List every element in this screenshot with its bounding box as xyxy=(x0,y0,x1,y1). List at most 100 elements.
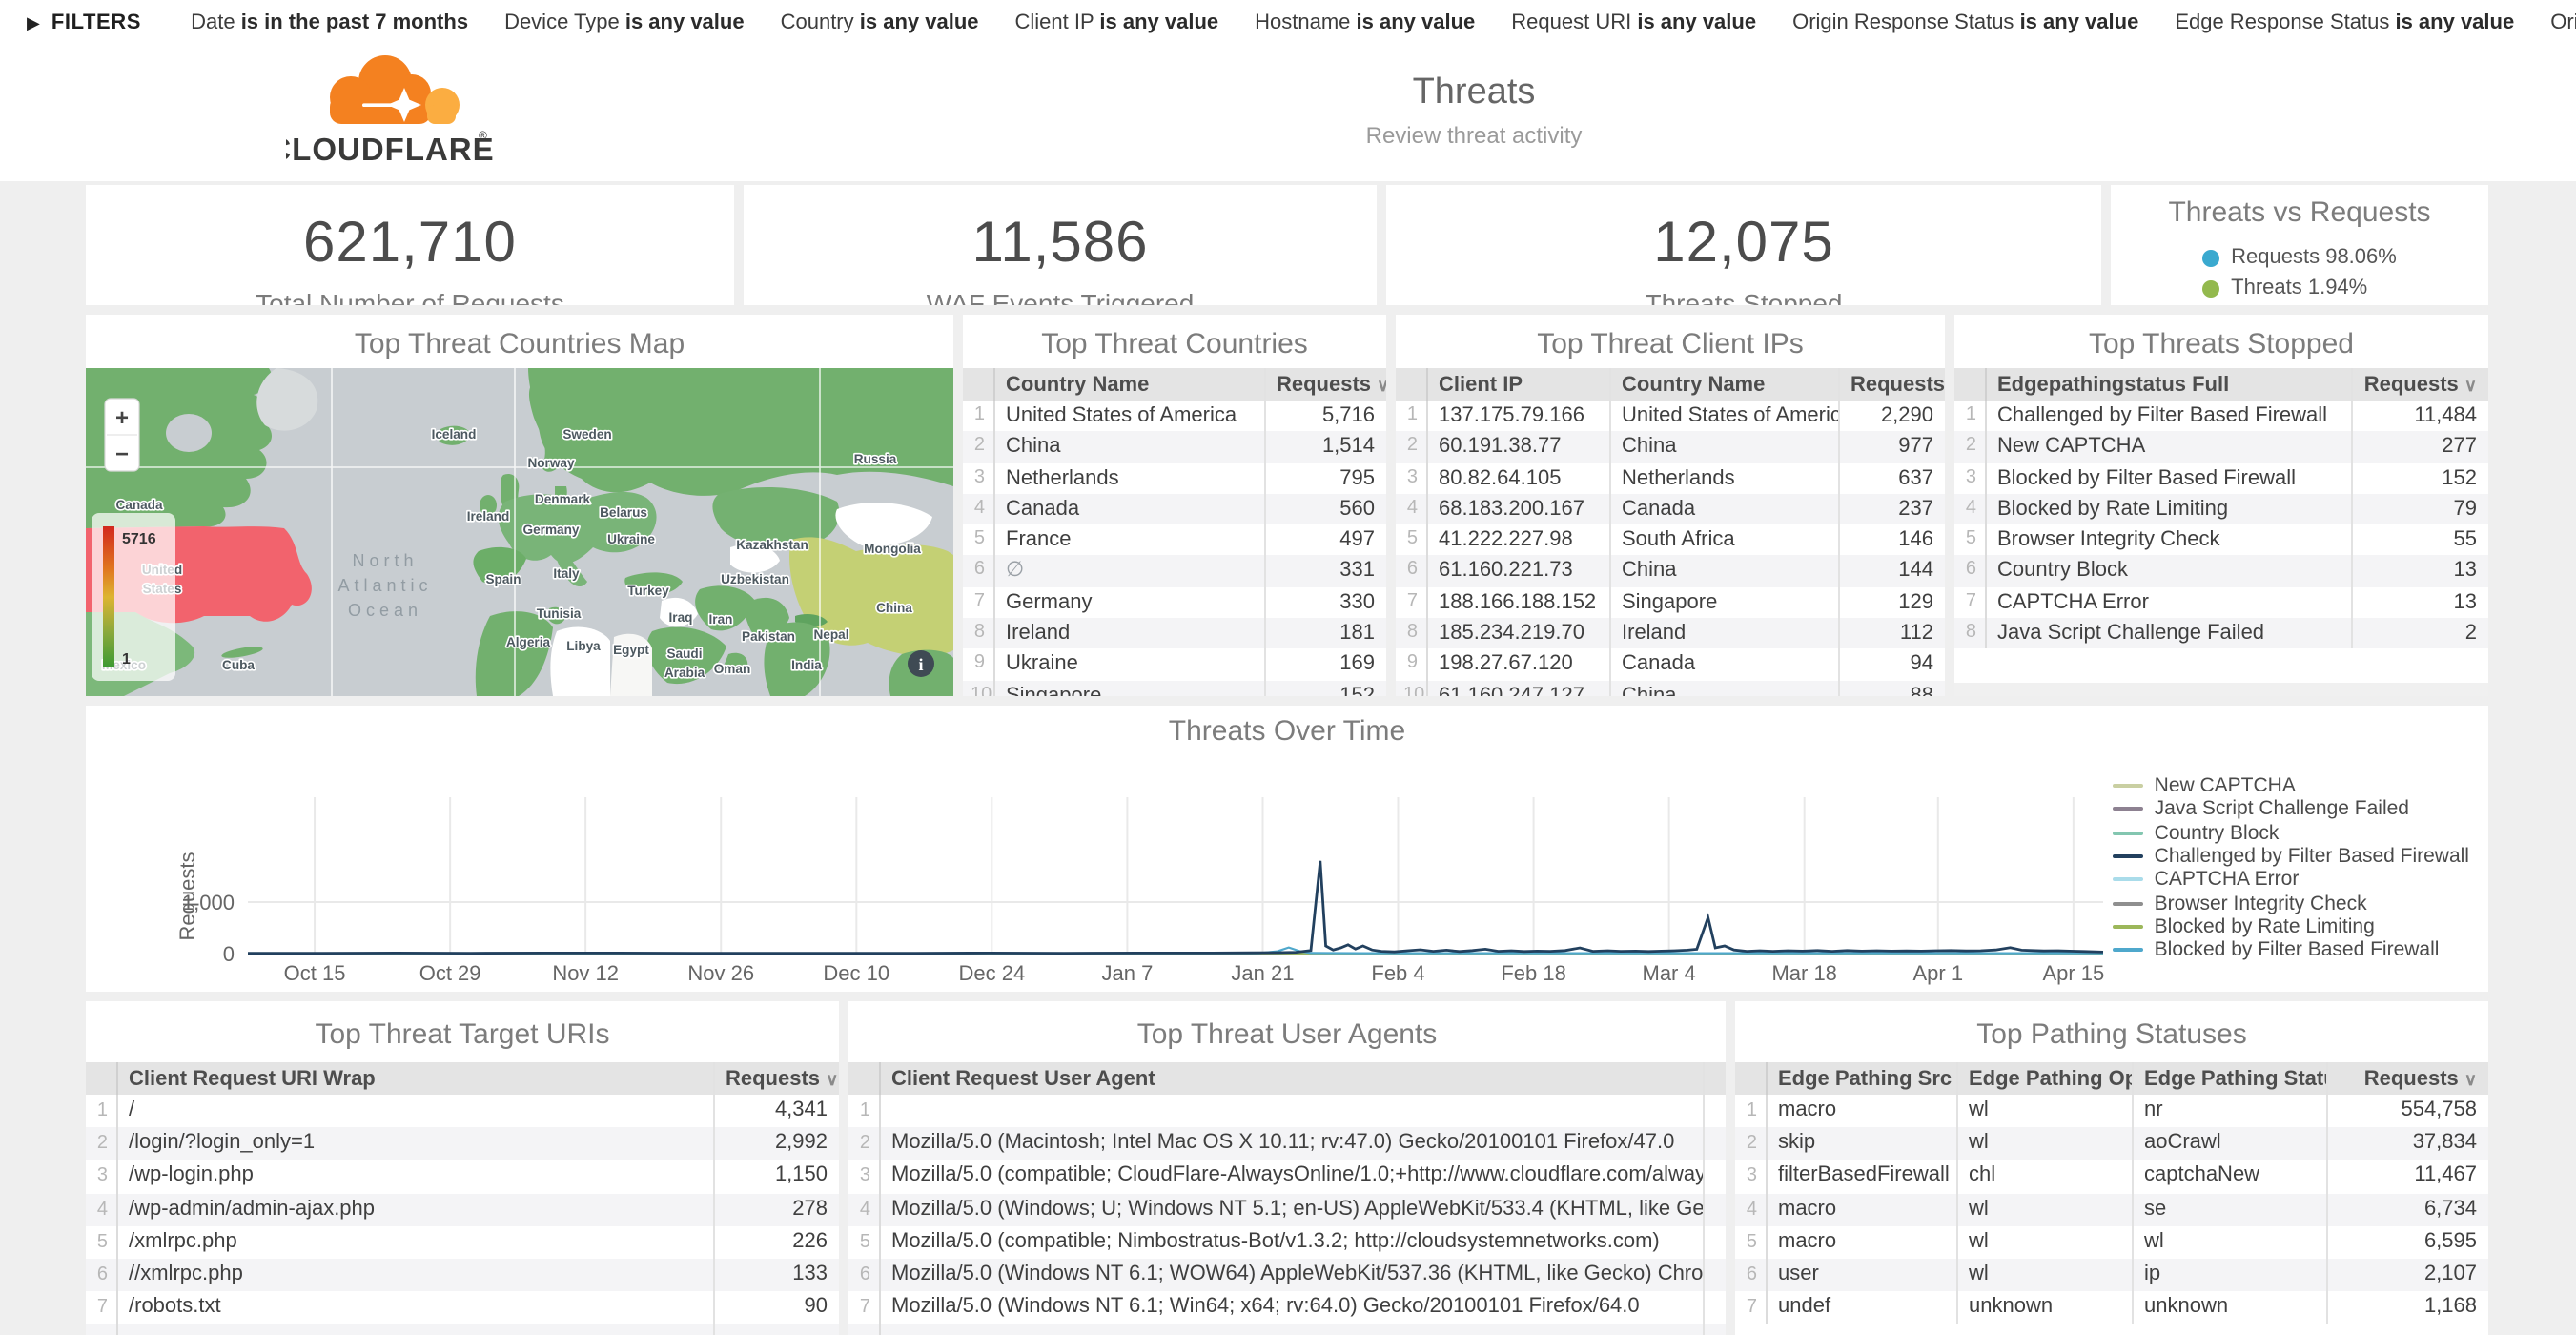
stat-total-requests: 621,710 Total Number of Requests xyxy=(86,185,734,305)
cell: ip xyxy=(2132,1259,2326,1291)
table-row: 541.222.227.98South Africa146 xyxy=(1396,524,1945,556)
filter-item[interactable]: Date is in the past 7 months xyxy=(191,11,468,34)
x-tick-label: Dec 10 xyxy=(823,961,889,985)
cell: 2,107 xyxy=(2326,1259,2488,1291)
cell xyxy=(1703,1325,1726,1335)
column-header[interactable]: Country Name xyxy=(1609,368,1838,400)
cell: 152 xyxy=(2351,462,2488,494)
column-header[interactable]: Edge Pathing Src xyxy=(1766,1062,1956,1095)
cell: 55 xyxy=(2351,524,2488,556)
legend-item[interactable]: Threats 1.94% xyxy=(2202,277,2397,299)
column-header[interactable]: Client IP xyxy=(1426,368,1609,400)
top-threat-client-ips-table: Client IPCountry NameRequests∨1137.175.7… xyxy=(1396,368,1945,696)
filter-item[interactable]: Client IP is any value xyxy=(1015,11,1219,34)
map-country-label: Oman xyxy=(714,662,751,676)
stat-label: Threats Stopped xyxy=(1386,288,2101,305)
column-header[interactable]: Country Name xyxy=(993,368,1264,400)
column-header[interactable]: Requests∨ xyxy=(1838,368,1945,400)
legend-label: New CAPTCHA xyxy=(2155,774,2296,797)
map-country-label: Iran xyxy=(709,612,733,626)
column-header[interactable]: Client Request URI Wrap xyxy=(116,1062,713,1095)
chart-legend-item[interactable]: Country Block xyxy=(2113,821,2469,845)
chart-legend-item[interactable]: Java Script Challenge Failed xyxy=(2113,798,2469,822)
cell: 554,758 xyxy=(2326,1095,2488,1127)
top-threat-user-agents-card: Top Threat User Agents Client Request Us… xyxy=(848,1001,1726,1335)
column-header[interactable]: Requests∨ xyxy=(2326,1062,2488,1095)
country-libya xyxy=(550,626,610,696)
row-number: 1 xyxy=(1735,1095,1766,1127)
threats-over-time-card: Threats Over Time Oct 15Oct 29Nov 12Nov … xyxy=(86,706,2488,992)
map-info-button[interactable]: i xyxy=(908,650,934,677)
table-row: 1United States of America5,716 xyxy=(963,400,1386,432)
cell xyxy=(1703,1160,1726,1193)
horizontal-scrollbar[interactable] xyxy=(1954,683,2488,696)
table-row: 6Mozilla/5.0 (Windows NT 6.1; WOW64) App… xyxy=(848,1259,1726,1291)
cell: France xyxy=(993,524,1264,556)
column-header[interactable]: Client Request User Agent xyxy=(879,1062,1703,1095)
column-header[interactable] xyxy=(1703,1062,1726,1095)
filter-item[interactable]: Country is any value xyxy=(781,11,979,34)
column-header[interactable]: Requests∨ xyxy=(713,1062,839,1095)
filters-toggle[interactable]: FILTERS xyxy=(51,11,141,34)
top-threat-countries-card: Top Threat Countries Country NameRequest… xyxy=(963,315,1386,696)
map-country-label: Libya xyxy=(566,639,601,653)
row-number: 10 xyxy=(963,680,993,696)
cloudflare-logo: CLOUDFLARE ® xyxy=(286,50,496,179)
table-row: 661.160.221.73China144 xyxy=(1396,556,1945,587)
row-number-header xyxy=(848,1062,879,1095)
table-row: 7CAPTCHA Error13 xyxy=(1954,587,2488,619)
table-row: 1061.160.247.127China88 xyxy=(1396,680,1945,696)
cell: wl xyxy=(2132,1226,2326,1259)
chart-legend-item[interactable]: CAPTCHA Error xyxy=(2113,868,2469,892)
cell: Netherlands xyxy=(993,462,1264,494)
cell: ∅ xyxy=(993,556,1264,587)
table-row: 7Mozilla/5.0 (Windows NT 6.1; Win64; x64… xyxy=(848,1291,1726,1324)
column-header[interactable]: Edge Pathing Op xyxy=(1956,1062,2132,1095)
chart-legend-item[interactable]: New CAPTCHA xyxy=(2113,774,2469,798)
cell: 2 xyxy=(2351,618,2488,649)
zoom-in-button[interactable]: + xyxy=(115,405,129,431)
chart-legend-item[interactable]: Browser Integrity Check xyxy=(2113,892,2469,915)
chart-legend-item[interactable]: Challenged by Filter Based Firewall xyxy=(2113,845,2469,869)
column-header[interactable]: Edge Pathing Status xyxy=(2132,1062,2326,1095)
column-header[interactable]: Requests∨ xyxy=(2351,368,2488,400)
row-number: 2 xyxy=(848,1127,879,1160)
cell xyxy=(879,1095,1703,1127)
map-country-label: Germany xyxy=(523,523,580,537)
cell: 185.234.219.70 xyxy=(1426,618,1609,649)
series-challenged-by-filter-based-firewall xyxy=(248,861,2103,954)
chart-legend-item[interactable]: Blocked by Filter Based Firewall xyxy=(2113,938,2469,962)
legend-item[interactable]: Requests 98.06% xyxy=(2202,246,2397,269)
y-axis-label: Requests xyxy=(175,852,199,941)
row-number: 3 xyxy=(1954,462,1985,494)
top-pathing-statuses-table: Edge Pathing SrcEdge Pathing OpEdge Path… xyxy=(1735,1062,2488,1325)
map-color-legend: 5716 1 xyxy=(92,513,175,681)
cell xyxy=(713,1325,839,1335)
cell: Mozilla/5.0 (Windows NT 6.1; WOW64) Appl… xyxy=(879,1259,1703,1291)
column-header[interactable]: Edgepathingstatus Full xyxy=(1985,368,2351,400)
filter-item[interactable]: Edge Response Status is any value xyxy=(2175,11,2514,34)
card-title: Top Pathing Statuses xyxy=(1735,1001,2488,1062)
filter-item[interactable]: Origin Response Status is any value xyxy=(1792,11,2138,34)
cell: 80.82.64.105 xyxy=(1426,462,1609,494)
world-map[interactable]: CanadaUnitedStatesMexicoCubaIcelandIrela… xyxy=(86,368,953,696)
row-number: 6 xyxy=(86,1259,116,1291)
filter-item[interactable]: Origin IP is any value xyxy=(2550,11,2576,34)
row-number: 6 xyxy=(848,1259,879,1291)
cell: 11,484 xyxy=(2351,400,2488,432)
row-number: 5 xyxy=(963,524,993,556)
filters-expand-icon[interactable]: ▶ xyxy=(27,12,40,33)
map-zoom-control[interactable]: + − xyxy=(105,399,139,471)
filter-item[interactable]: Request URI is any value xyxy=(1511,11,1756,34)
chart-legend-item[interactable]: Blocked by Rate Limiting xyxy=(2113,915,2469,939)
table-row: 2China1,514 xyxy=(963,432,1386,463)
map-country-label: Mongolia xyxy=(864,542,921,556)
column-header[interactable]: Requests∨ xyxy=(1264,368,1386,400)
filter-item[interactable]: Hostname is any value xyxy=(1255,11,1475,34)
map-country-label: Ireland xyxy=(467,509,510,524)
row-number: 4 xyxy=(1954,494,1985,525)
zoom-out-button[interactable]: − xyxy=(115,442,129,467)
filter-item[interactable]: Device Type is any value xyxy=(504,11,745,34)
cell: China xyxy=(993,432,1264,463)
cloudflare-logo-icon: CLOUDFLARE ® xyxy=(286,50,496,179)
